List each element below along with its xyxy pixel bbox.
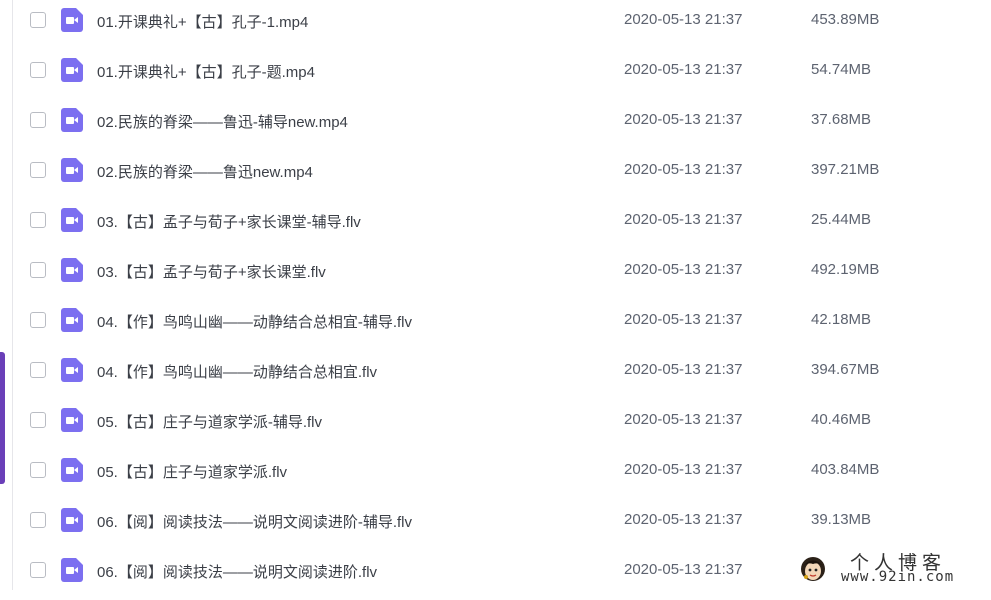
row-checkbox[interactable] [30,12,46,28]
watermark-url: www.92in.com [841,569,955,585]
row-checkbox[interactable] [30,262,46,278]
file-size: 42.18MB [811,311,872,328]
file-name[interactable]: 01.开课典礼+【古】孔子-1.mp4 [97,11,308,32]
file-modified-date: 2020-05-13 21:37 [624,261,743,278]
file-modified-date: 2020-05-13 21:37 [624,11,743,28]
video-file-icon [61,358,83,382]
file-size: 453.89MB [811,11,880,28]
file-modified-date: 2020-05-13 21:37 [624,461,743,478]
file-name[interactable]: 03.【古】孟子与荀子+家长课堂-辅导.flv [97,211,361,232]
row-checkbox[interactable] [30,212,46,228]
row-checkbox[interactable] [30,112,46,128]
file-name[interactable]: 06.【阅】阅读技法——说明文阅读进阶-辅导.flv [97,511,412,532]
file-modified-date: 2020-05-13 21:37 [624,211,743,228]
file-row[interactable]: 03.【古】孟子与荀子+家长课堂-辅导.flv 2020-05-13 21:37… [12,200,991,250]
file-row[interactable]: 05.【古】庄子与道家学派-辅导.flv 2020-05-13 21:37 40… [12,400,991,450]
video-file-icon [61,108,83,132]
video-file-icon [61,558,83,582]
file-modified-date: 2020-05-13 21:37 [624,511,743,528]
file-modified-date: 2020-05-13 21:37 [624,161,743,178]
file-size: 397.21MB [811,161,880,178]
file-row[interactable]: 01.开课典礼+【古】孔子-题.mp4 2020-05-13 21:37 54.… [12,50,991,100]
video-file-icon [61,208,83,232]
row-checkbox[interactable] [30,462,46,478]
video-file-icon [61,308,83,332]
file-row[interactable]: 05.【古】庄子与道家学派.flv 2020-05-13 21:37 403.8… [12,450,991,500]
video-file-icon [61,158,83,182]
file-modified-date: 2020-05-13 21:37 [624,561,743,578]
blog-watermark: 个人博客 www.92in.com [798,549,988,587]
file-row[interactable]: 04.【作】鸟鸣山幽——动静结合总相宜-辅导.flv 2020-05-13 21… [12,300,991,350]
file-row[interactable]: 03.【古】孟子与荀子+家长课堂.flv 2020-05-13 21:37 49… [12,250,991,300]
file-modified-date: 2020-05-13 21:37 [624,111,743,128]
file-row[interactable]: 06.【阅】阅读技法——说明文阅读进阶-辅导.flv 2020-05-13 21… [12,500,991,550]
file-size: 492.19MB [811,261,880,278]
row-checkbox[interactable] [30,512,46,528]
file-size: 403.84MB [811,461,880,478]
file-size: 37.68MB [811,111,872,128]
row-checkbox[interactable] [30,62,46,78]
file-size: 39.13MB [811,511,872,528]
file-modified-date: 2020-05-13 21:37 [624,61,743,78]
file-modified-date: 2020-05-13 21:37 [624,411,743,428]
file-size: 40.46MB [811,411,872,428]
cartoon-avatar-icon [801,557,825,581]
video-file-icon [61,258,83,282]
file-size: 394.67MB [811,361,880,378]
file-modified-date: 2020-05-13 21:37 [624,361,743,378]
video-file-icon [61,408,83,432]
file-name[interactable]: 01.开课典礼+【古】孔子-题.mp4 [97,61,315,82]
file-name[interactable]: 04.【作】鸟鸣山幽——动静结合总相宜-辅导.flv [97,311,412,332]
file-name[interactable]: 02.民族的脊梁——鲁迅new.mp4 [97,161,313,182]
file-row[interactable]: 02.民族的脊梁——鲁迅-辅导new.mp4 2020-05-13 21:37 … [12,100,991,150]
file-row[interactable]: 02.民族的脊梁——鲁迅new.mp4 2020-05-13 21:37 397… [12,150,991,200]
file-modified-date: 2020-05-13 21:37 [624,311,743,328]
video-file-icon [61,58,83,82]
row-checkbox[interactable] [30,362,46,378]
left-panel-accent-bar [0,352,5,484]
file-list: 01.开课典礼+【古】孔子-1.mp4 2020-05-13 21:37 453… [12,0,991,590]
file-row[interactable]: 04.【作】鸟鸣山幽——动静结合总相宜.flv 2020-05-13 21:37… [12,350,991,400]
file-size: 25.44MB [811,211,872,228]
row-checkbox[interactable] [30,412,46,428]
file-name[interactable]: 02.民族的脊梁——鲁迅-辅导new.mp4 [97,111,348,132]
video-file-icon [61,8,83,32]
file-name[interactable]: 05.【古】庄子与道家学派.flv [97,461,287,482]
file-row[interactable]: 01.开课典礼+【古】孔子-1.mp4 2020-05-13 21:37 453… [12,0,991,50]
file-size: 54.74MB [811,61,872,78]
file-name[interactable]: 04.【作】鸟鸣山幽——动静结合总相宜.flv [97,361,377,382]
row-checkbox[interactable] [30,562,46,578]
file-name[interactable]: 06.【阅】阅读技法——说明文阅读进阶.flv [97,561,377,582]
row-checkbox[interactable] [30,162,46,178]
row-checkbox[interactable] [30,312,46,328]
video-file-icon [61,508,83,532]
file-name[interactable]: 03.【古】孟子与荀子+家长课堂.flv [97,261,326,282]
file-name[interactable]: 05.【古】庄子与道家学派-辅导.flv [97,411,322,432]
video-file-icon [61,458,83,482]
